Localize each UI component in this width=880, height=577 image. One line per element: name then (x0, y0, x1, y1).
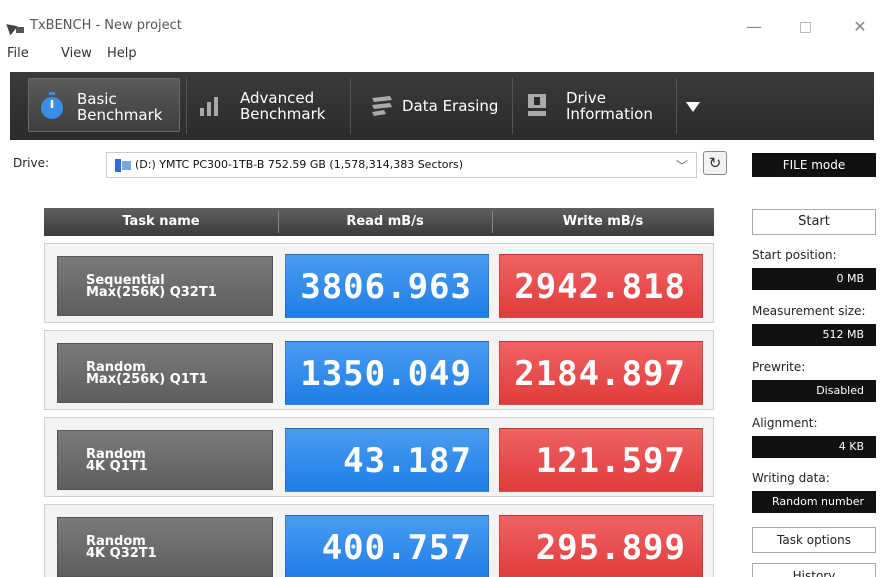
start-position-label: Start position: (752, 248, 837, 262)
result-row: Random 4K Q1T1 43.187 121.597 (44, 417, 714, 497)
refresh-icon: ↻ (708, 154, 722, 172)
result-row: Random 4K Q32T1 400.757 295.899 (44, 504, 714, 577)
window-title: TxBENCH - New project (30, 18, 182, 33)
toolbar: Basic Benchmark Advanced Benchmark Data … (10, 72, 874, 140)
maximize-button[interactable] (787, 14, 823, 40)
measurement-size-value[interactable]: 512 MB (752, 324, 876, 346)
menu-view[interactable]: View (61, 46, 92, 61)
alignment-label: Alignment: (752, 416, 818, 430)
start-button[interactable]: Start (752, 209, 876, 235)
app-icon (6, 20, 24, 36)
toolbar-more-arrow-icon[interactable] (686, 102, 700, 112)
tab-advanced-line1: Advanced (240, 89, 315, 107)
header-write: Write mB/s (562, 214, 644, 229)
menu-file[interactable]: File (7, 46, 29, 61)
task-button[interactable]: Random Max(256K) Q1T1 (57, 343, 273, 403)
refresh-button[interactable]: ↻ (703, 151, 727, 175)
result-row: Sequential Max(256K) Q32T1 3806.963 2942… (44, 243, 714, 323)
chevron-down-icon: ﹀ (675, 159, 688, 173)
tab-drive-line2: Information (566, 105, 653, 123)
maximize-icon (799, 22, 811, 33)
drive-selected-value: (D:) YMTC PC300-1TB-B 752.59 GB (1,578,3… (135, 158, 464, 171)
toolbar-divider (186, 78, 187, 134)
toolbar-divider (350, 78, 351, 134)
writing-data-value[interactable]: Random number (752, 491, 876, 513)
tab-drive-line1: Drive (566, 89, 606, 107)
prewrite-value[interactable]: Disabled (752, 380, 876, 402)
writing-data-label: Writing data: (752, 471, 830, 485)
menu-bar: File View Help (0, 44, 880, 66)
file-mode-badge[interactable]: FILE mode (752, 153, 876, 177)
read-value: 43.187 (285, 428, 489, 492)
results-header: Task name Read mB/s Write mB/s (44, 208, 714, 236)
bar-chart-icon (200, 97, 218, 116)
task-button[interactable]: Sequential Max(256K) Q32T1 (57, 256, 273, 316)
tab-advanced-benchmark[interactable]: Advanced Benchmark (196, 78, 346, 132)
menu-help[interactable]: Help (107, 46, 137, 61)
tab-basic-line1: Basic (77, 90, 117, 108)
write-value: 2942.818 (499, 254, 703, 318)
read-value: 3806.963 (285, 254, 489, 318)
tab-data-erasing[interactable]: Data Erasing (360, 78, 510, 132)
start-position-value[interactable]: 0 MB (752, 268, 876, 290)
drive-label: Drive: (13, 156, 50, 170)
drive-select[interactable]: (D:) YMTC PC300-1TB-B 752.59 GB (1,578,3… (106, 152, 697, 178)
read-value: 1350.049 (285, 341, 489, 405)
history-button[interactable]: History (752, 563, 876, 577)
tab-erasing-label: Data Erasing (402, 97, 499, 115)
close-button[interactable]: ✕ (842, 14, 878, 40)
header-task-name: Task name (122, 214, 200, 229)
task-name-line2: 4K Q32T1 (86, 546, 157, 561)
prewrite-label: Prewrite: (752, 360, 806, 374)
drive-info-icon (528, 94, 546, 116)
tab-drive-information[interactable]: Drive Information (522, 78, 672, 132)
task-options-button[interactable]: Task options (752, 527, 876, 553)
toolbar-divider (512, 78, 513, 134)
task-button[interactable]: Random 4K Q1T1 (57, 430, 273, 490)
alignment-value[interactable]: 4 KB (752, 436, 876, 458)
tab-advanced-line2: Benchmark (240, 105, 326, 123)
title-bar: TxBENCH - New project — ✕ (0, 0, 880, 44)
tab-basic-benchmark[interactable]: Basic Benchmark (28, 78, 180, 132)
write-value: 121.597 (499, 428, 703, 492)
stopwatch-icon (41, 92, 63, 119)
toolbar-divider (676, 78, 677, 134)
tab-basic-line2: Benchmark (77, 106, 163, 124)
header-read: Read mB/s (346, 214, 424, 229)
write-value: 295.899 (499, 515, 703, 577)
minimize-button[interactable]: — (736, 14, 772, 40)
task-name-line2: Max(256K) Q1T1 (86, 372, 208, 387)
task-name-line2: Max(256K) Q32T1 (86, 285, 217, 300)
result-row: Random Max(256K) Q1T1 1350.049 2184.897 (44, 330, 714, 410)
task-button[interactable]: Random 4K Q32T1 (57, 517, 273, 577)
erase-icon (372, 96, 392, 116)
task-name-line2: 4K Q1T1 (86, 459, 148, 474)
measurement-size-label: Measurement size: (752, 304, 866, 318)
read-value: 400.757 (285, 515, 489, 577)
drive-icon (115, 159, 131, 172)
write-value: 2184.897 (499, 341, 703, 405)
